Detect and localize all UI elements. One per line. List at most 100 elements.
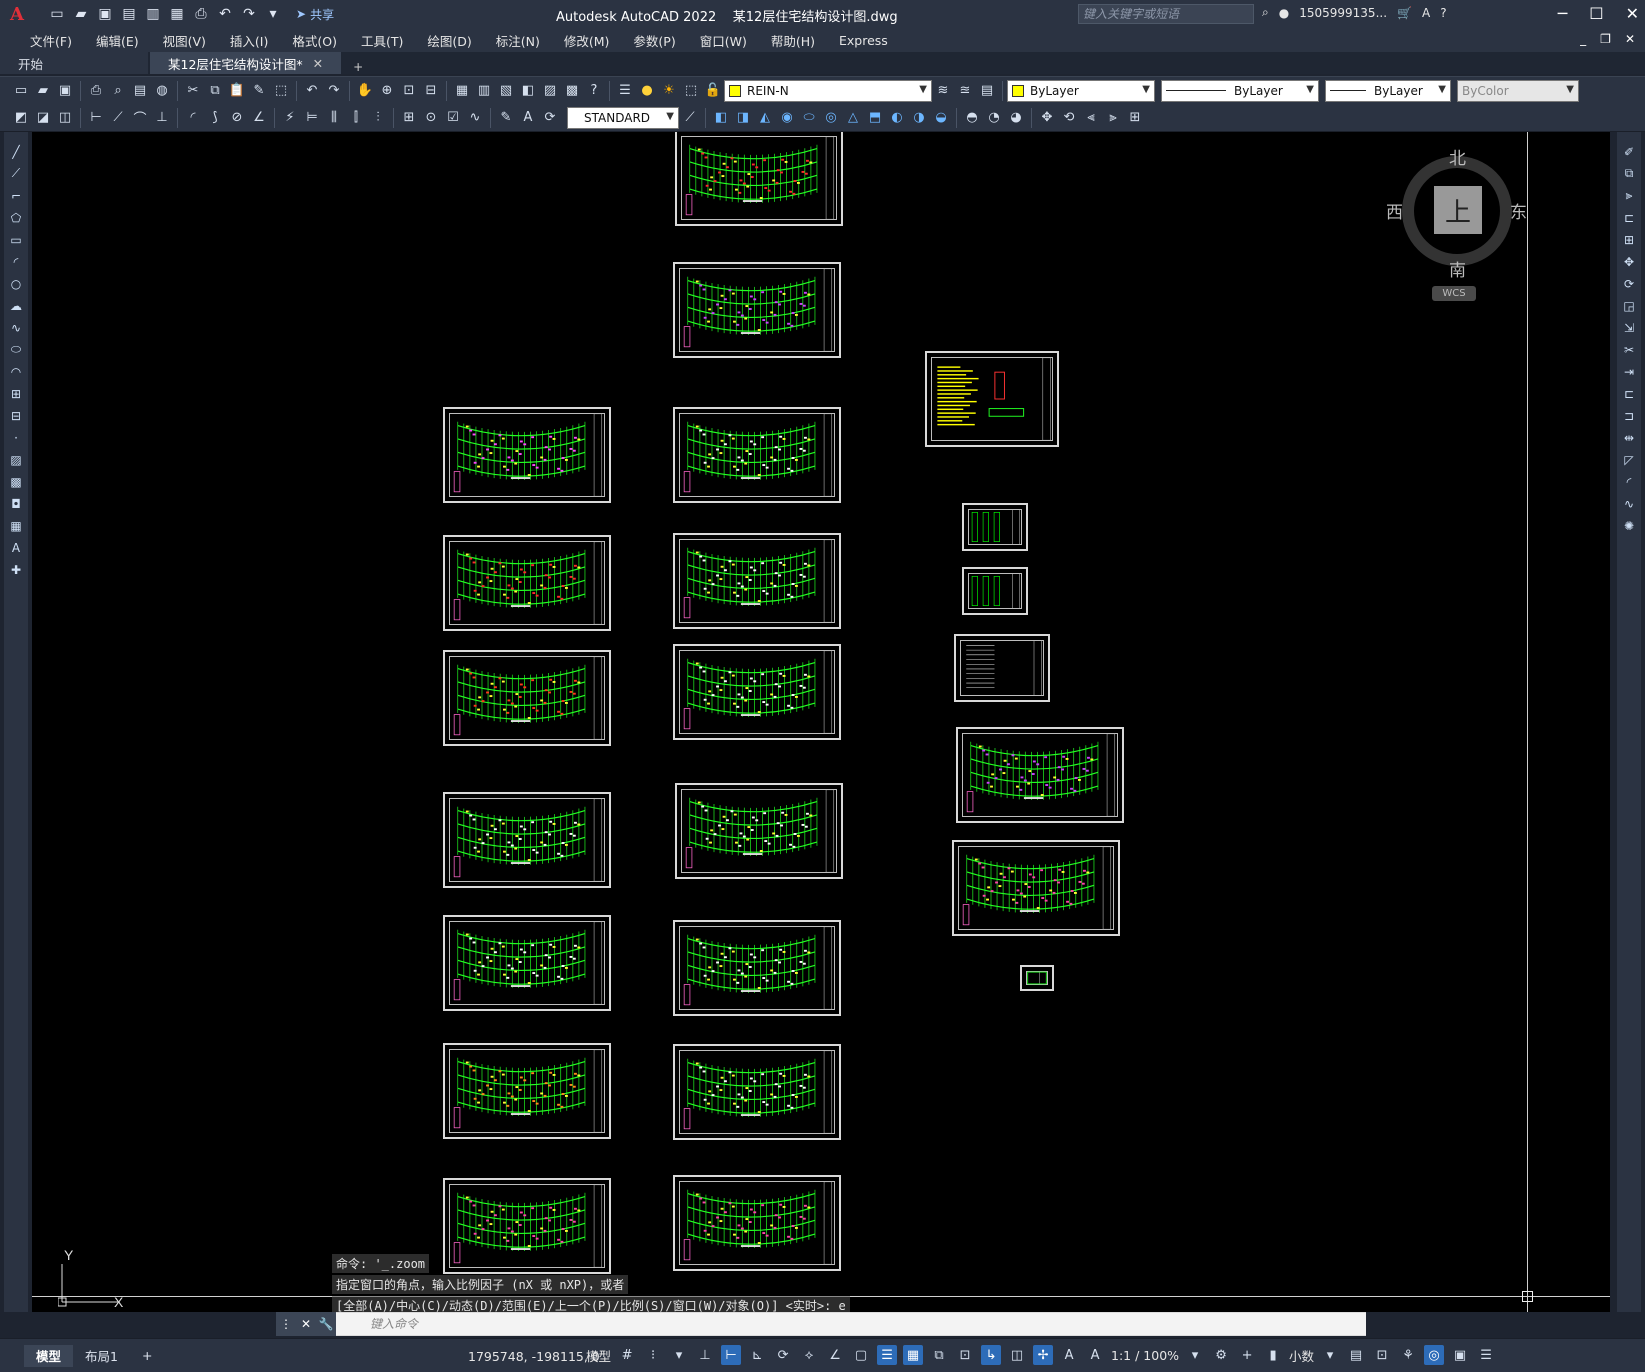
drawing-sheet[interactable] [443,535,611,631]
object-snap-icon[interactable]: ▢ [851,1345,871,1365]
annotation-visibility-icon[interactable]: A [1059,1345,1079,1365]
gizmo-icon[interactable]: ✢ [1033,1345,1054,1365]
dim-space-icon[interactable]: ⫿ [345,107,367,129]
layer-lock-icon[interactable]: 🔓 [702,80,724,102]
erase-icon[interactable]: ✐ [1619,142,1639,161]
zoom-previous-icon[interactable]: ⊟ [420,80,442,102]
customization-menu-icon[interactable]: ☰ [1476,1345,1496,1365]
sphere-icon[interactable]: ◉ [776,107,798,129]
revolve-icon[interactable]: ◐ [886,107,908,129]
units-icon[interactable]: ▮ [1263,1345,1283,1365]
extrude-icon[interactable]: ⬒ [864,107,886,129]
customize-qa-icon[interactable]: ▾ [264,5,282,23]
cut-icon[interactable]: ✂ [182,80,204,102]
intersect-icon[interactable]: ◕ [1005,107,1027,129]
drawing-sheet[interactable] [673,1044,841,1140]
tab-start[interactable]: 开始 [0,52,148,74]
drawing-sheet[interactable] [673,262,841,358]
extend-icon[interactable]: ⇥ [1619,362,1639,381]
annotation-monitor-icon[interactable]: + [1237,1345,1257,1365]
layer-thaw-icon[interactable]: ☀ [658,80,680,102]
drawing-sheet[interactable] [675,783,843,879]
menu-insert[interactable]: 插入(I) [218,31,280,50]
open-web-icon[interactable]: ▥ [144,5,162,23]
pyramid-icon[interactable]: △ [842,107,864,129]
rectangle-icon[interactable]: ▭ [6,230,26,249]
dynamic-input-icon[interactable]: ⊢ [721,1345,742,1365]
copy-icon[interactable]: ⧉ [204,80,226,102]
make-block-icon[interactable]: ⊟ [6,406,26,425]
doc-minimize-icon[interactable]: _ [1580,32,1586,46]
menu-edit[interactable]: 编辑(E) [84,31,151,50]
pan-icon[interactable]: ✋ [354,80,376,102]
object-snap-tracking-icon[interactable]: ∠ [825,1345,845,1365]
stretch-icon[interactable]: ⇲ [1619,318,1639,337]
add-layout-button[interactable]: + [130,1345,164,1367]
break-icon[interactable]: ⊐ [1619,406,1639,425]
drawing-sheet[interactable] [675,132,843,226]
drawing-sheet[interactable] [673,407,841,503]
redo-icon[interactable]: ↷ [323,80,345,102]
markup-icon[interactable]: ▨ [539,80,561,102]
dim-arc-icon[interactable]: ⌒ [129,107,151,129]
tab-layout1[interactable]: 布局1 [73,1345,130,1367]
dim-update-icon[interactable]: ⟳ [539,107,561,129]
user-icon[interactable]: ● [1279,6,1289,20]
xref-icon[interactable]: ◫ [54,107,76,129]
jogged-linear-icon[interactable]: ∿ [464,107,486,129]
open-icon[interactable]: ▰ [32,80,54,102]
undo-icon[interactable]: ↶ [301,80,323,102]
drawing-sheet[interactable] [443,915,611,1011]
loft-icon[interactable]: ◒ [930,107,952,129]
drawing-sheet[interactable] [925,351,1059,447]
help-search-input[interactable]: 键入关键字或短语 [1078,4,1254,24]
ellipse-icon[interactable]: ⬭ [6,340,26,359]
command-line-grip-icon[interactable]: ⋮ [276,1312,296,1336]
save-web-icon[interactable]: ▦ [168,5,186,23]
dim-text-edit-icon[interactable]: A [517,107,539,129]
polyline-icon[interactable]: ⌐ [6,186,26,205]
snap-icon[interactable]: ⁝ [643,1345,663,1365]
lineweight-combo[interactable]: ByLayer ▼ [1325,79,1451,102]
plot-icon[interactable]: ⎙ [85,80,107,102]
plot-preview-icon[interactable]: ⌕ [107,80,129,102]
drawing-sheet[interactable] [962,503,1028,551]
dim-radius-icon[interactable]: ◜ [182,107,204,129]
linetype-combo[interactable]: ByLayer ▼ [1161,79,1319,102]
dim-baseline-icon[interactable]: ⊨ [301,107,323,129]
sheet-set-icon[interactable]: ◧ [517,80,539,102]
drawing-sheet[interactable] [1020,965,1054,991]
layer-combo[interactable]: REIN-N ▼ [724,79,932,102]
menu-window[interactable]: 窗口(W) [688,31,759,50]
dim-edit-icon[interactable]: ✎ [495,107,517,129]
maximize-icon[interactable]: ☐ [1589,4,1603,23]
region-icon[interactable]: ◘ [6,494,26,513]
tab-close-icon[interactable]: ✕ [313,56,323,71]
grid-icon[interactable]: # [617,1345,637,1365]
open-icon[interactable]: ▰ [72,5,90,23]
menu-parametric[interactable]: 参数(P) [621,31,687,50]
menu-dimension[interactable]: 标注(N) [484,31,552,50]
menu-modify[interactable]: 修改(M) [552,31,622,50]
graphics-performance-icon[interactable]: ◎ [1424,1345,1445,1365]
drawing-sheet[interactable] [673,533,841,629]
qnew-icon[interactable]: ▭ [10,80,32,102]
add-selected-icon[interactable]: ✚ [6,560,26,579]
fillet-icon[interactable]: ◜ [1619,472,1639,491]
offset-icon[interactable]: ⊏ [1619,208,1639,227]
move-3d-icon[interactable]: ✥ [1036,107,1058,129]
wcs-menu[interactable]: WCS [1432,286,1476,301]
drawing-sheet[interactable] [443,792,611,888]
drawing-sheet[interactable] [673,920,841,1016]
center-mark-icon[interactable]: ⊙ [420,107,442,129]
doc-restore-icon[interactable]: ❐ [1600,32,1611,46]
construction-line-icon[interactable]: ⟋ [6,164,26,183]
help-icon[interactable]: ? [583,80,605,102]
cone-icon[interactable]: ◭ [754,107,776,129]
cart-icon[interactable]: 🛒 [1397,6,1412,20]
isodraft-icon[interactable]: ⟡ [799,1345,819,1365]
trim-icon[interactable]: ✂ [1619,340,1639,359]
revision-cloud-icon[interactable]: ☁ [6,296,26,315]
dim-continue-icon[interactable]: ⫼ [323,107,345,129]
array-3d-icon[interactable]: ⊞ [1124,107,1146,129]
